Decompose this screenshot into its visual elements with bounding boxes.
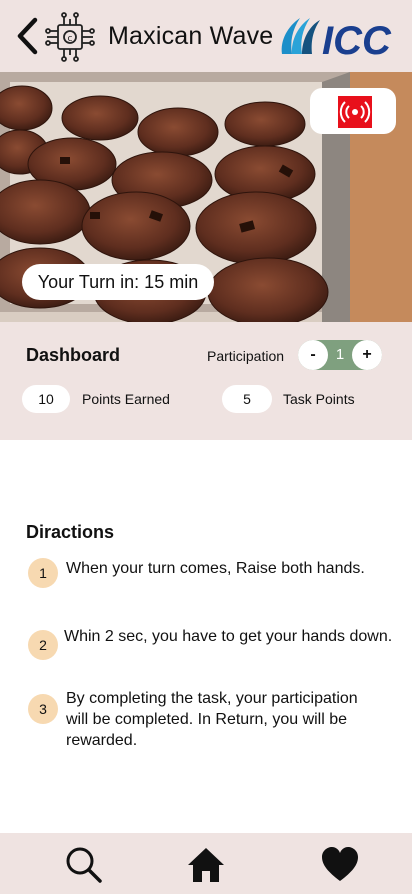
app-title: Maxican Wave (108, 22, 274, 50)
step-number-badge: 1 (28, 558, 58, 588)
step-number-badge: 2 (28, 630, 58, 660)
turn-countdown: Your Turn in: 15 min (22, 264, 214, 300)
task-points-label: Task Points (283, 391, 355, 407)
bottom-nav (0, 833, 412, 894)
dashboard-title: Dashboard (26, 345, 121, 365)
decrement-button[interactable]: - (298, 340, 328, 370)
step-text: Whin 2 sec, you have to get your hands d… (64, 628, 393, 645)
svg-text:ICC: ICC (322, 19, 392, 62)
points-earned-value: 10 (22, 385, 70, 413)
live-broadcast-button[interactable] (310, 88, 396, 134)
participation-count: 1 (335, 346, 345, 363)
step-text: By completing the task, your participati… (66, 690, 358, 749)
search-icon[interactable] (64, 845, 104, 885)
home-icon[interactable] (186, 845, 226, 885)
participation-label: Participation (207, 348, 285, 364)
back-chevron-icon[interactable] (14, 16, 40, 56)
points-earned-label: Points Earned (82, 391, 170, 407)
heart-icon[interactable] (320, 845, 360, 885)
step-number-badge: 3 (28, 694, 58, 724)
task-points-value: 5 (222, 385, 272, 413)
svg-text:c: c (68, 34, 73, 44)
step-text: When your turn comes, Raise both hands. (66, 560, 365, 577)
directions-title: Diractions (26, 522, 115, 542)
live-broadcast-icon (338, 96, 372, 128)
participation-stepper: - 1 + (298, 340, 382, 370)
icc-logo: ICC (281, 18, 392, 62)
circuit-chip-icon: c (45, 12, 95, 62)
increment-button[interactable]: + (352, 340, 382, 370)
